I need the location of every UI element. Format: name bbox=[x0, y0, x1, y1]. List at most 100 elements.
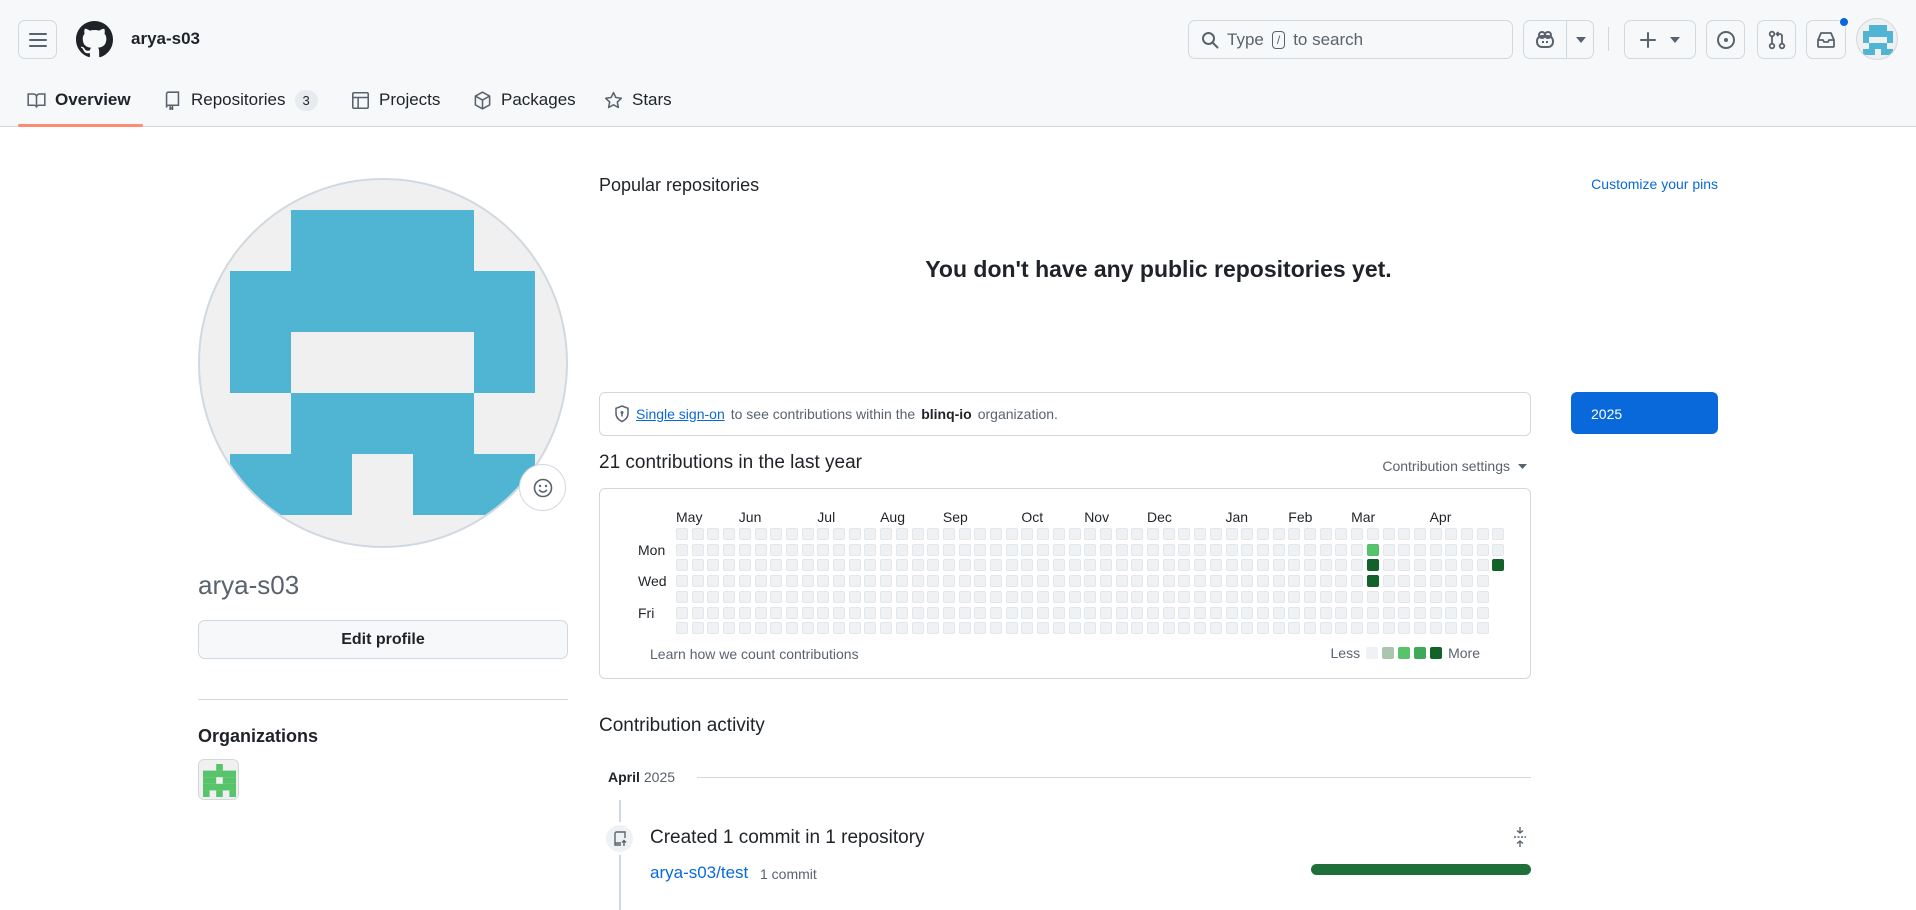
contribution-day-cell[interactable] bbox=[802, 575, 814, 587]
contribution-day-cell[interactable] bbox=[1147, 575, 1159, 587]
contribution-day-cell[interactable] bbox=[1241, 528, 1253, 540]
contribution-day-cell[interactable] bbox=[943, 591, 955, 603]
contribution-day-cell[interactable] bbox=[739, 607, 751, 619]
contribution-day-cell[interactable] bbox=[1414, 622, 1426, 634]
contribution-day-cell[interactable] bbox=[912, 575, 924, 587]
contribution-day-cell[interactable] bbox=[1430, 622, 1442, 634]
contribution-day-cell[interactable] bbox=[1367, 559, 1379, 571]
contribution-day-cell[interactable] bbox=[974, 528, 986, 540]
contribution-day-cell[interactable] bbox=[1116, 622, 1128, 634]
contribution-day-cell[interactable] bbox=[755, 607, 767, 619]
contribution-day-cell[interactable] bbox=[880, 607, 892, 619]
contribution-day-cell[interactable] bbox=[1445, 544, 1457, 556]
contribution-day-cell[interactable] bbox=[755, 575, 767, 587]
contribution-day-cell[interactable] bbox=[1116, 607, 1128, 619]
contribution-day-cell[interactable] bbox=[802, 622, 814, 634]
contribution-day-cell[interactable] bbox=[1100, 559, 1112, 571]
contribution-day-cell[interactable] bbox=[1084, 607, 1096, 619]
contribution-day-cell[interactable] bbox=[786, 559, 798, 571]
contribution-day-cell[interactable] bbox=[896, 622, 908, 634]
contribution-day-cell[interactable] bbox=[1273, 544, 1285, 556]
contribution-day-cell[interactable] bbox=[927, 591, 939, 603]
contribution-day-cell[interactable] bbox=[676, 607, 688, 619]
contribution-day-cell[interactable] bbox=[1194, 575, 1206, 587]
contribution-day-cell[interactable] bbox=[1351, 575, 1363, 587]
contribution-day-cell[interactable] bbox=[833, 559, 845, 571]
contribution-day-cell[interactable] bbox=[1383, 559, 1395, 571]
contribution-day-cell[interactable] bbox=[864, 607, 876, 619]
contribution-day-cell[interactable] bbox=[1477, 559, 1489, 571]
contribution-day-cell[interactable] bbox=[849, 544, 861, 556]
contribution-day-cell[interactable] bbox=[1131, 591, 1143, 603]
contribution-day-cell[interactable] bbox=[1163, 591, 1175, 603]
contribution-day-cell[interactable] bbox=[1461, 622, 1473, 634]
contribution-day-cell[interactable] bbox=[1430, 591, 1442, 603]
contribution-day-cell[interactable] bbox=[1147, 544, 1159, 556]
contribution-settings-dropdown[interactable]: Contribution settings bbox=[1382, 458, 1527, 474]
contribution-day-cell[interactable] bbox=[1492, 544, 1504, 556]
contribution-day-cell[interactable] bbox=[692, 575, 704, 587]
contribution-day-cell[interactable] bbox=[1069, 607, 1081, 619]
set-status-button[interactable] bbox=[519, 464, 566, 511]
contribution-day-cell[interactable] bbox=[1492, 528, 1504, 540]
contribution-day-cell[interactable] bbox=[707, 607, 719, 619]
contribution-day-cell[interactable] bbox=[1210, 559, 1222, 571]
contribution-day-cell[interactable] bbox=[770, 591, 782, 603]
contribution-day-cell[interactable] bbox=[1414, 575, 1426, 587]
contribution-day-cell[interactable] bbox=[1398, 559, 1410, 571]
contribution-day-cell[interactable] bbox=[990, 607, 1002, 619]
contribution-day-cell[interactable] bbox=[1006, 591, 1018, 603]
contribution-day-cell[interactable] bbox=[1383, 528, 1395, 540]
tab-projects[interactable]: Projects bbox=[351, 84, 440, 116]
contribution-day-cell[interactable] bbox=[1477, 622, 1489, 634]
contribution-day-cell[interactable] bbox=[864, 591, 876, 603]
contribution-day-cell[interactable] bbox=[849, 559, 861, 571]
contribution-day-cell[interactable] bbox=[786, 591, 798, 603]
contribution-day-cell[interactable] bbox=[1398, 591, 1410, 603]
contribution-day-cell[interactable] bbox=[1398, 528, 1410, 540]
contribution-day-cell[interactable] bbox=[770, 544, 782, 556]
contribution-day-cell[interactable] bbox=[1430, 528, 1442, 540]
contribution-day-cell[interactable] bbox=[1445, 575, 1457, 587]
contribution-day-cell[interactable] bbox=[1131, 607, 1143, 619]
contribution-day-cell[interactable] bbox=[974, 559, 986, 571]
contribution-day-cell[interactable] bbox=[1273, 622, 1285, 634]
contribution-day-cell[interactable] bbox=[1163, 607, 1175, 619]
contribution-day-cell[interactable] bbox=[943, 622, 955, 634]
contribution-day-cell[interactable] bbox=[786, 528, 798, 540]
contribution-day-cell[interactable] bbox=[943, 528, 955, 540]
contribution-day-cell[interactable] bbox=[896, 528, 908, 540]
contribution-day-cell[interactable] bbox=[943, 607, 955, 619]
contribution-day-cell[interactable] bbox=[1367, 575, 1379, 587]
contribution-day-cell[interactable] bbox=[1257, 607, 1269, 619]
contribution-day-cell[interactable] bbox=[1257, 622, 1269, 634]
contribution-day-cell[interactable] bbox=[1053, 591, 1065, 603]
contribution-day-cell[interactable] bbox=[1084, 622, 1096, 634]
contribution-day-cell[interactable] bbox=[1053, 528, 1065, 540]
contribution-day-cell[interactable] bbox=[1398, 575, 1410, 587]
contribution-day-cell[interactable] bbox=[1351, 528, 1363, 540]
contribution-day-cell[interactable] bbox=[1194, 622, 1206, 634]
contribution-day-cell[interactable] bbox=[770, 622, 782, 634]
contribution-day-cell[interactable] bbox=[676, 575, 688, 587]
contribution-day-cell[interactable] bbox=[990, 528, 1002, 540]
contribution-day-cell[interactable] bbox=[786, 575, 798, 587]
tab-packages[interactable]: Packages bbox=[473, 84, 576, 116]
contribution-day-cell[interactable] bbox=[896, 607, 908, 619]
contribution-day-cell[interactable] bbox=[1037, 622, 1049, 634]
contribution-day-cell[interactable] bbox=[1492, 559, 1504, 571]
contribution-day-cell[interactable] bbox=[1257, 528, 1269, 540]
contribution-day-cell[interactable] bbox=[692, 528, 704, 540]
contribution-day-cell[interactable] bbox=[723, 607, 735, 619]
contribution-day-cell[interactable] bbox=[1304, 622, 1316, 634]
repo-link[interactable]: arya-s03/test bbox=[650, 863, 748, 883]
contribution-day-cell[interactable] bbox=[1398, 607, 1410, 619]
contribution-day-cell[interactable] bbox=[1131, 622, 1143, 634]
chevron-down-icon[interactable] bbox=[1576, 37, 1586, 43]
contribution-day-cell[interactable] bbox=[1194, 559, 1206, 571]
contribution-day-cell[interactable] bbox=[1383, 544, 1395, 556]
contribution-day-cell[interactable] bbox=[1304, 544, 1316, 556]
contribution-day-cell[interactable] bbox=[864, 544, 876, 556]
contribution-day-cell[interactable] bbox=[927, 544, 939, 556]
contribution-day-cell[interactable] bbox=[692, 559, 704, 571]
